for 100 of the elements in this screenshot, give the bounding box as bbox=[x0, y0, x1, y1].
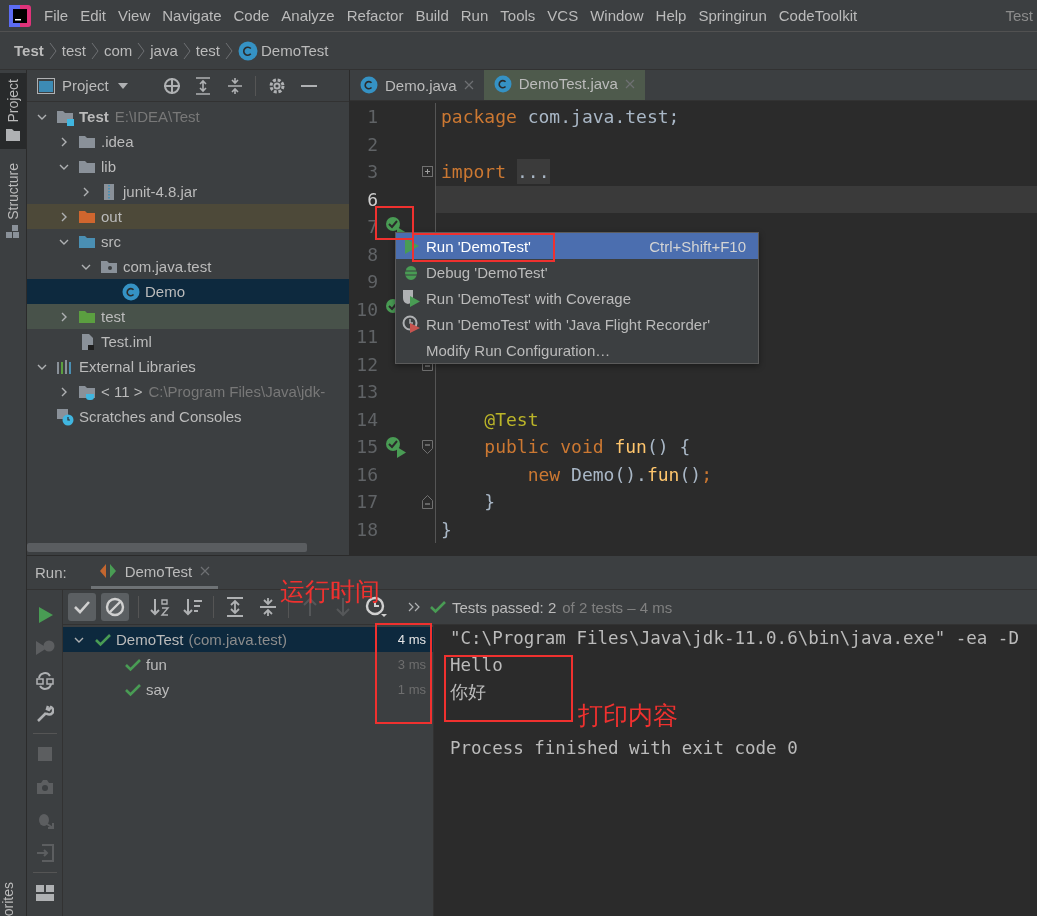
tool-window-tab[interactable]: Structure bbox=[0, 156, 26, 248]
more-chevrons-icon[interactable] bbox=[408, 602, 420, 612]
wrench-icon[interactable] bbox=[35, 704, 54, 723]
collapse-all-icon[interactable] bbox=[226, 76, 243, 95]
test-status-detail: of 2 tests – 4 ms bbox=[562, 598, 673, 616]
duration-label: 4 ms bbox=[397, 632, 426, 647]
test-name[interactable]: say bbox=[146, 681, 170, 698]
line-number: 3 bbox=[366, 161, 378, 183]
tool-window-tab[interactable]: Project bbox=[0, 73, 26, 149]
expand-all-icon[interactable] bbox=[225, 597, 244, 617]
console-line: Hello bbox=[450, 654, 504, 677]
menu-item[interactable]: Help bbox=[649, 4, 693, 27]
run-test-icon[interactable] bbox=[385, 435, 407, 458]
line-number: 13 bbox=[355, 381, 378, 403]
collapse-all-icon[interactable] bbox=[258, 597, 277, 617]
annotation-label: 运行时间 bbox=[280, 579, 380, 604]
editor-tab[interactable]: DemoTest.java bbox=[483, 70, 645, 100]
scrollbar-thumb[interactable] bbox=[27, 543, 307, 552]
menu-item[interactable]: Tools bbox=[494, 4, 542, 27]
tree-item[interactable]: External Libraries bbox=[79, 358, 196, 375]
panel-title[interactable]: Project bbox=[62, 77, 109, 94]
package-label: (com.java.test) bbox=[188, 631, 287, 648]
tree-item[interactable]: out bbox=[101, 208, 122, 225]
coverage-icon bbox=[402, 289, 420, 307]
test-config-icon bbox=[98, 562, 117, 580]
breadcrumb-item[interactable]: DemoTest bbox=[261, 42, 329, 59]
class-icon bbox=[360, 76, 378, 94]
expand-all-icon[interactable] bbox=[194, 76, 211, 95]
line-number: 9 bbox=[366, 271, 378, 293]
tree-item[interactable]: junit-4.8.jar bbox=[123, 183, 198, 200]
menu-item[interactable]: Springirun bbox=[692, 4, 773, 27]
menu-item[interactable]: Window bbox=[584, 4, 650, 27]
menu-item[interactable]: Run bbox=[454, 4, 495, 27]
code-line: import ... bbox=[440, 158, 551, 186]
line-number: 18 bbox=[355, 518, 378, 540]
breadcrumb-item[interactable]: Test bbox=[14, 42, 44, 59]
filter-toggle[interactable] bbox=[68, 593, 96, 621]
tree-item[interactable]: Test.iml bbox=[101, 333, 152, 350]
menu-item[interactable]: Edit bbox=[74, 4, 113, 27]
menu-item[interactable]: Run 'DemoTest' with 'Java Flight Recorder' bbox=[396, 311, 758, 337]
menu-item[interactable]: Run 'DemoTest' Ctrl+Shift+F10 bbox=[396, 233, 758, 259]
line-number: 6 bbox=[366, 188, 378, 210]
menu-item[interactable]: Refactor bbox=[340, 4, 410, 27]
tree-item[interactable]: Scratches and Consoles bbox=[79, 408, 242, 425]
console-line: Process finished with exit code 0 bbox=[450, 737, 799, 760]
profiler-icon bbox=[402, 315, 420, 333]
tree-item[interactable]: .idea bbox=[101, 133, 134, 150]
line-number: 12 bbox=[355, 353, 378, 375]
tree-item[interactable]: com.java.test bbox=[123, 258, 212, 275]
test-name[interactable]: DemoTest bbox=[116, 631, 184, 648]
fold-plus-icon[interactable] bbox=[422, 166, 433, 178]
line-number: 16 bbox=[355, 463, 378, 485]
breadcrumb-item[interactable]: test bbox=[61, 42, 86, 59]
menu-item[interactable]: Code bbox=[227, 4, 276, 27]
menu-item[interactable]: Run 'DemoTest' with Coverage bbox=[396, 285, 758, 311]
cycle-icon[interactable] bbox=[35, 670, 54, 691]
locate-icon[interactable] bbox=[162, 76, 181, 95]
console-line: 你好 bbox=[450, 681, 487, 704]
filter-toggle[interactable] bbox=[101, 593, 129, 621]
menu-item[interactable]: Modify Run Configuration… bbox=[396, 337, 758, 363]
tree-item[interactable]: test bbox=[101, 308, 126, 325]
breadcrumb-item[interactable]: com bbox=[103, 42, 133, 59]
check-icon bbox=[95, 632, 111, 647]
breadcrumb-item[interactable]: test bbox=[195, 42, 220, 59]
sort-duration-icon[interactable] bbox=[182, 597, 203, 617]
line-number: 8 bbox=[366, 243, 378, 265]
tree-item[interactable]: < 11 > bbox=[101, 383, 143, 400]
menu-item[interactable]: File bbox=[38, 4, 75, 27]
test-name[interactable]: fun bbox=[146, 656, 167, 673]
class-icon bbox=[493, 74, 512, 93]
check-icon bbox=[125, 682, 141, 697]
menu-item[interactable]: Analyze bbox=[275, 4, 341, 27]
app-logo-icon bbox=[9, 4, 31, 27]
menu-item[interactable]: Build bbox=[409, 4, 455, 27]
menu-item[interactable]: VCS bbox=[541, 4, 585, 27]
menu-item[interactable]: Navigate bbox=[156, 4, 228, 27]
editor-tab[interactable]: Demo.java bbox=[350, 70, 484, 100]
breadcrumb-item[interactable]: java bbox=[150, 42, 178, 59]
menu-item[interactable]: View bbox=[112, 4, 157, 27]
fold-marker-icon[interactable] bbox=[422, 439, 433, 454]
caret-down-icon[interactable] bbox=[116, 81, 129, 90]
menu-item[interactable]: Debug 'DemoTest' bbox=[396, 259, 758, 285]
sort-alphabetical-icon[interactable] bbox=[149, 597, 170, 617]
panel-icon bbox=[37, 77, 55, 94]
line-number: 17 bbox=[355, 491, 378, 513]
project-name: Test bbox=[1005, 7, 1034, 24]
settings-icon[interactable] bbox=[267, 76, 286, 95]
check-icon bbox=[125, 657, 141, 672]
tree-item[interactable]: lib bbox=[101, 158, 116, 175]
tree-item[interactable]: src bbox=[101, 233, 121, 250]
tree-item[interactable]: Test bbox=[79, 108, 109, 125]
class-icon bbox=[122, 282, 140, 301]
tree-item[interactable]: Demo bbox=[145, 283, 185, 300]
menu-item[interactable]: CodeToolkit bbox=[772, 4, 864, 27]
tool-window-tab[interactable]: orites bbox=[0, 881, 26, 916]
code-line: } bbox=[483, 490, 497, 515]
fold-marker-icon[interactable] bbox=[422, 494, 433, 509]
run-tab[interactable]: DemoTest bbox=[90, 556, 219, 589]
annotation-label: 打印内容 bbox=[578, 703, 678, 728]
layout-icon[interactable] bbox=[35, 884, 54, 901]
